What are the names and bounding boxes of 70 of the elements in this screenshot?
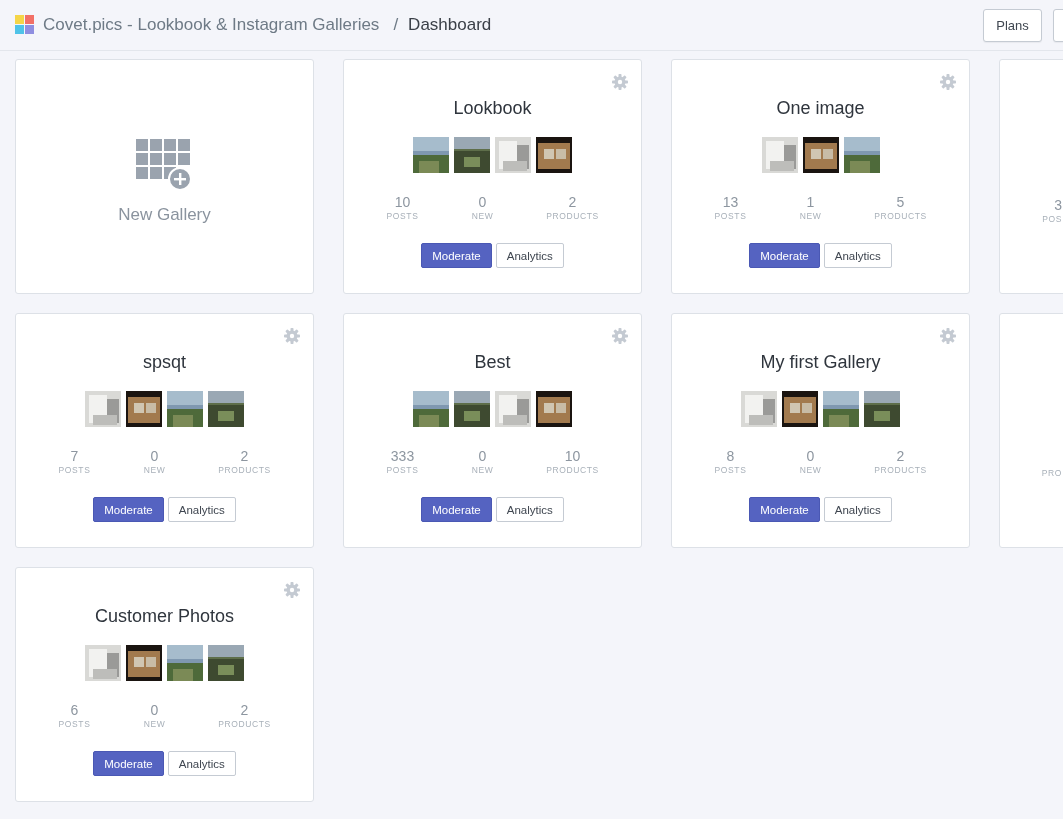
moderate-button[interactable]: Moderate bbox=[749, 497, 820, 522]
stat-value: 1 bbox=[806, 194, 815, 210]
stat-value: 2 bbox=[896, 448, 905, 464]
moderate-button[interactable]: Moderate bbox=[93, 497, 164, 522]
stat-value: 0 bbox=[478, 194, 487, 210]
stat-value: 6 bbox=[70, 702, 79, 718]
stat-label: PRODUCTS bbox=[874, 211, 927, 221]
gallery-title: My first Gallery bbox=[760, 352, 881, 373]
stat-value: 5 bbox=[896, 194, 905, 210]
breadcrumb-separator: / bbox=[393, 15, 399, 35]
logo-icon bbox=[15, 15, 35, 35]
settings-icon[interactable] bbox=[940, 328, 956, 344]
stat-value: 2 bbox=[240, 702, 249, 718]
gallery-title: Customer Photos bbox=[94, 606, 235, 627]
stat-value: 0 bbox=[478, 448, 487, 464]
moderate-button[interactable]: Moderate bbox=[749, 243, 820, 268]
gallery-title: One image bbox=[776, 98, 865, 119]
stat-label: POSTS bbox=[58, 719, 91, 729]
stat-label: PRODUCTS bbox=[546, 465, 599, 475]
settings-icon[interactable] bbox=[612, 74, 628, 90]
stat-value: 8 bbox=[726, 448, 735, 464]
stat-label: NEW bbox=[471, 465, 494, 475]
stat-label: PRO bbox=[1041, 468, 1062, 478]
stat-value: 0 bbox=[150, 702, 159, 718]
new-gallery-card[interactable]: New Gallery bbox=[15, 59, 314, 294]
settings-icon[interactable] bbox=[612, 328, 628, 344]
stat-label: PRODUCTS bbox=[546, 211, 599, 221]
analytics-button[interactable]: Analytics bbox=[823, 243, 892, 268]
stat-value: 0 bbox=[806, 448, 815, 464]
stat-value: 10 bbox=[564, 448, 581, 464]
stat-value: 7 bbox=[70, 448, 79, 464]
analytics-button[interactable]: Analytics bbox=[823, 497, 892, 522]
gallery-title: Lookbook bbox=[453, 98, 532, 119]
analytics-button[interactable]: Analytics bbox=[167, 751, 236, 776]
stat-value: 13 bbox=[722, 194, 739, 210]
stat-value: 0 bbox=[150, 448, 159, 464]
stat-label: POSTS bbox=[714, 465, 747, 475]
stat-value: 2 bbox=[568, 194, 577, 210]
stat-label: POSTS bbox=[58, 465, 91, 475]
analytics-button[interactable]: Analytics bbox=[495, 243, 564, 268]
gallery-title: Best bbox=[474, 352, 511, 373]
page-title: Dashboard bbox=[408, 15, 492, 35]
stat-label: NEW bbox=[799, 211, 822, 221]
moderate-button[interactable]: Moderate bbox=[421, 243, 492, 268]
stat-label: POS bbox=[1042, 214, 1062, 224]
stat-value: 10 bbox=[394, 194, 411, 210]
stat-label: NEW bbox=[143, 465, 166, 475]
new-gallery-label: New Gallery bbox=[118, 204, 211, 225]
stat-label: PRODUCTS bbox=[218, 719, 271, 729]
stat-value: 333 bbox=[390, 448, 415, 464]
stat-label: NEW bbox=[143, 719, 166, 729]
stat-label: PRODUCTS bbox=[874, 465, 927, 475]
stat-value: 2 bbox=[240, 448, 249, 464]
analytics-button[interactable]: Analytics bbox=[495, 497, 564, 522]
moderate-button[interactable]: Moderate bbox=[93, 751, 164, 776]
stat-label: PRODUCTS bbox=[218, 465, 271, 475]
plans-button[interactable]: Plans bbox=[983, 8, 1042, 42]
stat-label: NEW bbox=[799, 465, 822, 475]
analytics-button[interactable]: Analytics bbox=[167, 497, 236, 522]
stat-label: POSTS bbox=[386, 465, 419, 475]
settings-icon[interactable] bbox=[284, 328, 300, 344]
stat-value: 3 bbox=[1054, 197, 1062, 213]
settings-icon[interactable] bbox=[284, 582, 300, 598]
stat-label: POSTS bbox=[386, 211, 419, 221]
stat-label: NEW bbox=[471, 211, 494, 221]
settings-icon[interactable] bbox=[940, 74, 956, 90]
stat-label: POSTS bbox=[714, 211, 747, 221]
gallery-title: spsqt bbox=[143, 352, 186, 373]
moderate-button[interactable]: Moderate bbox=[421, 497, 492, 522]
app-title[interactable]: Covet.pics - Lookbook & Instagram Galleries bbox=[43, 15, 380, 35]
